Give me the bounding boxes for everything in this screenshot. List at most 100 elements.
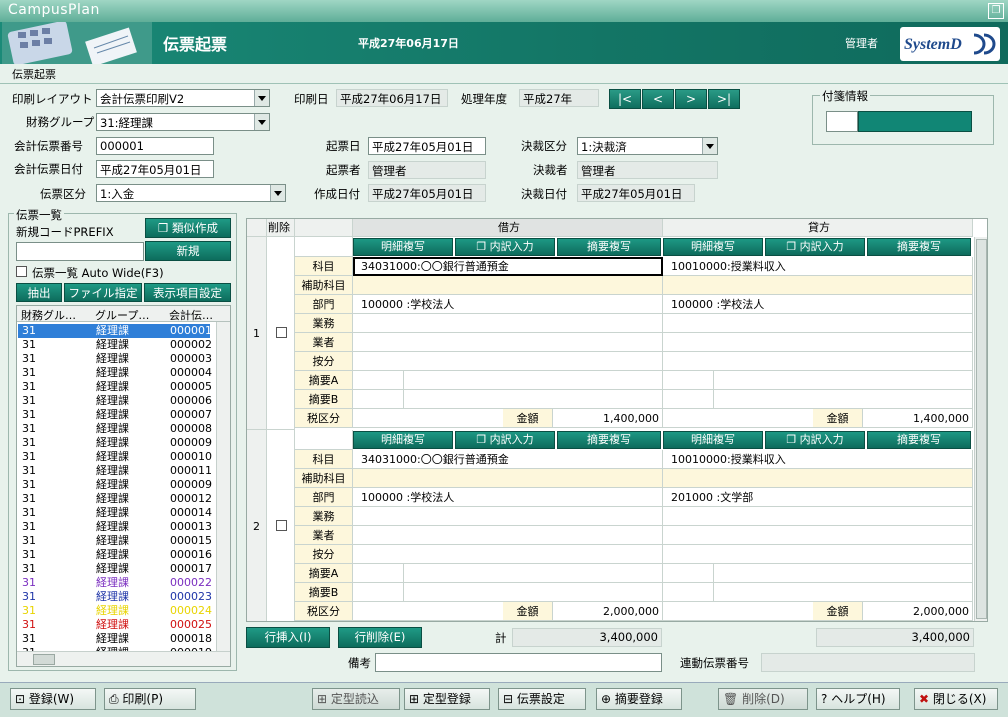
first-record-button[interactable]: |<: [609, 89, 641, 109]
grid-debit-cell[interactable]: 34031000:〇〇銀行普通預金: [353, 257, 663, 276]
last-record-button[interactable]: >|: [708, 89, 740, 109]
grid-credit-cell[interactable]: [663, 507, 973, 526]
list-item[interactable]: 31 経理課 000009: [18, 478, 212, 492]
voucher-date-input[interactable]: 平成27年05月01日: [96, 160, 214, 178]
list-scrollbar[interactable]: [216, 322, 230, 651]
grid-debit-cell[interactable]: [353, 545, 663, 564]
grid-debit-cell[interactable]: [353, 352, 663, 371]
approval-type-select[interactable]: 1:決裁済: [577, 137, 718, 155]
grid-credit-cell[interactable]: [663, 469, 973, 488]
footer-button-help[interactable]: ? ヘルプ(H): [816, 688, 900, 710]
grid-credit-cell[interactable]: 10010000:授業料収入: [663, 257, 973, 276]
list-item[interactable]: 31 経理課 000008: [18, 422, 212, 436]
grid-debit-cell[interactable]: [353, 507, 663, 526]
list-col-header[interactable]: グループ…: [95, 307, 149, 323]
footer-button-save[interactable]: ⊡ 登録(W): [10, 688, 96, 710]
list-item[interactable]: 31 経理課 000007: [18, 408, 212, 422]
grid-debit-amount[interactable]: 1,400,000: [553, 409, 663, 428]
voucher-type-select[interactable]: 1:入金: [96, 184, 286, 202]
list-item[interactable]: 31 経理課 000011: [18, 464, 212, 478]
restore-icon[interactable]: ❐: [988, 3, 1004, 19]
list-item[interactable]: 31 経理課 000010: [18, 450, 212, 464]
grid-debit-cell[interactable]: [353, 583, 663, 602]
autowide-checkbox[interactable]: [16, 266, 27, 277]
grid-credit-copy-detail-button[interactable]: 明細複写: [663, 238, 763, 256]
grid-credit-cell[interactable]: [663, 545, 973, 564]
list-item[interactable]: 31 経理課 000014: [18, 506, 212, 520]
list-item[interactable]: 31 経理課 000022: [18, 576, 212, 590]
insert-row-button[interactable]: 行挿入(I): [246, 627, 330, 648]
delete-row-button[interactable]: 行削除(E): [338, 627, 422, 648]
list-item[interactable]: 31 経理課 000003: [18, 352, 212, 366]
sticky-info-bar[interactable]: [858, 111, 972, 132]
print-layout-select[interactable]: 会計伝票印刷V2: [96, 89, 270, 107]
grid-debit-cell[interactable]: 100000 :学校法人: [353, 488, 663, 507]
grid-credit-cell[interactable]: [663, 352, 973, 371]
list-item[interactable]: 31 経理課 000018: [18, 632, 212, 646]
grid-debit-copy-detail-button[interactable]: 明細複写: [353, 238, 453, 256]
grid-credit-cell[interactable]: [663, 371, 973, 390]
list-item[interactable]: 31 経理課 000025: [18, 618, 212, 632]
file-select-button[interactable]: ファイル指定: [64, 283, 142, 302]
prefix-input[interactable]: [16, 242, 144, 261]
grid-debit-cell[interactable]: 34031000:〇〇銀行普通預金: [353, 450, 663, 469]
grid-credit-cell[interactable]: [663, 314, 973, 333]
grid-debit-cell[interactable]: [353, 564, 663, 583]
grid-debit-amount[interactable]: 2,000,000: [553, 602, 663, 621]
sticky-color-box[interactable]: [826, 111, 858, 132]
extract-button[interactable]: 抽出: [16, 283, 62, 302]
delete-row-checkbox[interactable]: [276, 327, 287, 338]
voucher-list[interactable]: 財務グル… グループ… 会計伝… 31 経理課 000001 31 経理課 000002 3…: [16, 305, 231, 667]
grid-credit-amount[interactable]: 1,400,000: [863, 409, 973, 428]
grid-credit-breakdown-button[interactable]: ❐ 内訳入力: [765, 431, 865, 449]
list-item[interactable]: 31 経理課 000013: [18, 520, 212, 534]
grid-credit-cell[interactable]: 100000 :学校法人: [663, 295, 973, 314]
draft-date-input[interactable]: 平成27年05月01日: [368, 137, 486, 155]
list-item[interactable]: 31 経理課 000009: [18, 436, 212, 450]
grid-credit-cell[interactable]: 201000 :文学部: [663, 488, 973, 507]
grid-debit-copy-memo-button[interactable]: 摘要複写: [557, 238, 661, 256]
list-item[interactable]: 31 経理課 000024: [18, 604, 212, 618]
grid-debit-cell[interactable]: [353, 276, 663, 295]
hscroll-thumb[interactable]: [33, 654, 55, 665]
grid-credit-cell[interactable]: [663, 564, 973, 583]
grid-credit-cell[interactable]: [663, 390, 973, 409]
footer-button-memo[interactable]: ⊕ 摘要登録: [596, 688, 682, 710]
list-hscrollbar[interactable]: [17, 651, 230, 666]
grid-scroll-thumb[interactable]: [976, 239, 987, 619]
new-button[interactable]: 新規: [145, 241, 231, 261]
next-record-button[interactable]: >: [675, 89, 707, 109]
list-item[interactable]: 31 経理課 000002: [18, 338, 212, 352]
footer-button-load[interactable]: ⊞ 定型読込: [312, 688, 400, 710]
grid-debit-cell[interactable]: [353, 526, 663, 545]
grid-debit-cell[interactable]: [353, 314, 663, 333]
grid-scrollbar[interactable]: [974, 237, 987, 621]
grid-credit-cell[interactable]: [663, 526, 973, 545]
prev-record-button[interactable]: <: [642, 89, 674, 109]
grid-debit-cell[interactable]: [353, 333, 663, 352]
finance-group-select[interactable]: 31:経理課: [96, 113, 270, 131]
grid-credit-copy-detail-button[interactable]: 明細複写: [663, 431, 763, 449]
grid-credit-amount[interactable]: 2,000,000: [863, 602, 973, 621]
list-item[interactable]: 31 経理課 000006: [18, 394, 212, 408]
grid-debit-cell[interactable]: [353, 390, 663, 409]
list-item[interactable]: 31 経理課 000023: [18, 590, 212, 604]
list-item[interactable]: 31 経理課 000001: [18, 324, 212, 338]
grid-debit-copy-detail-button[interactable]: 明細複写: [353, 431, 453, 449]
grid-credit-cell[interactable]: [663, 276, 973, 295]
footer-button-close[interactable]: ✖ 閉じる(X): [914, 688, 998, 710]
grid-debit-breakdown-button[interactable]: ❐ 内訳入力: [455, 238, 555, 256]
grid-credit-copy-memo-button[interactable]: 摘要複写: [867, 431, 971, 449]
list-col-header[interactable]: 財務グル…: [21, 307, 76, 323]
grid-debit-cell[interactable]: [353, 469, 663, 488]
grid-credit-cell[interactable]: [663, 333, 973, 352]
similar-create-button[interactable]: ❐ 類似作成: [145, 218, 231, 238]
grid-credit-breakdown-button[interactable]: ❐ 内訳入力: [765, 238, 865, 256]
delete-row-checkbox[interactable]: [276, 520, 287, 531]
list-col-header[interactable]: 会計伝…: [169, 307, 213, 323]
grid-debit-breakdown-button[interactable]: ❐ 内訳入力: [455, 431, 555, 449]
grid-credit-cell[interactable]: 10010000:授業料収入: [663, 450, 973, 469]
remarks-input[interactable]: [375, 653, 662, 672]
footer-button-print[interactable]: ⎙ 印刷(P): [104, 688, 196, 710]
footer-button-trash[interactable]: 🗑 削除(D): [718, 688, 808, 710]
